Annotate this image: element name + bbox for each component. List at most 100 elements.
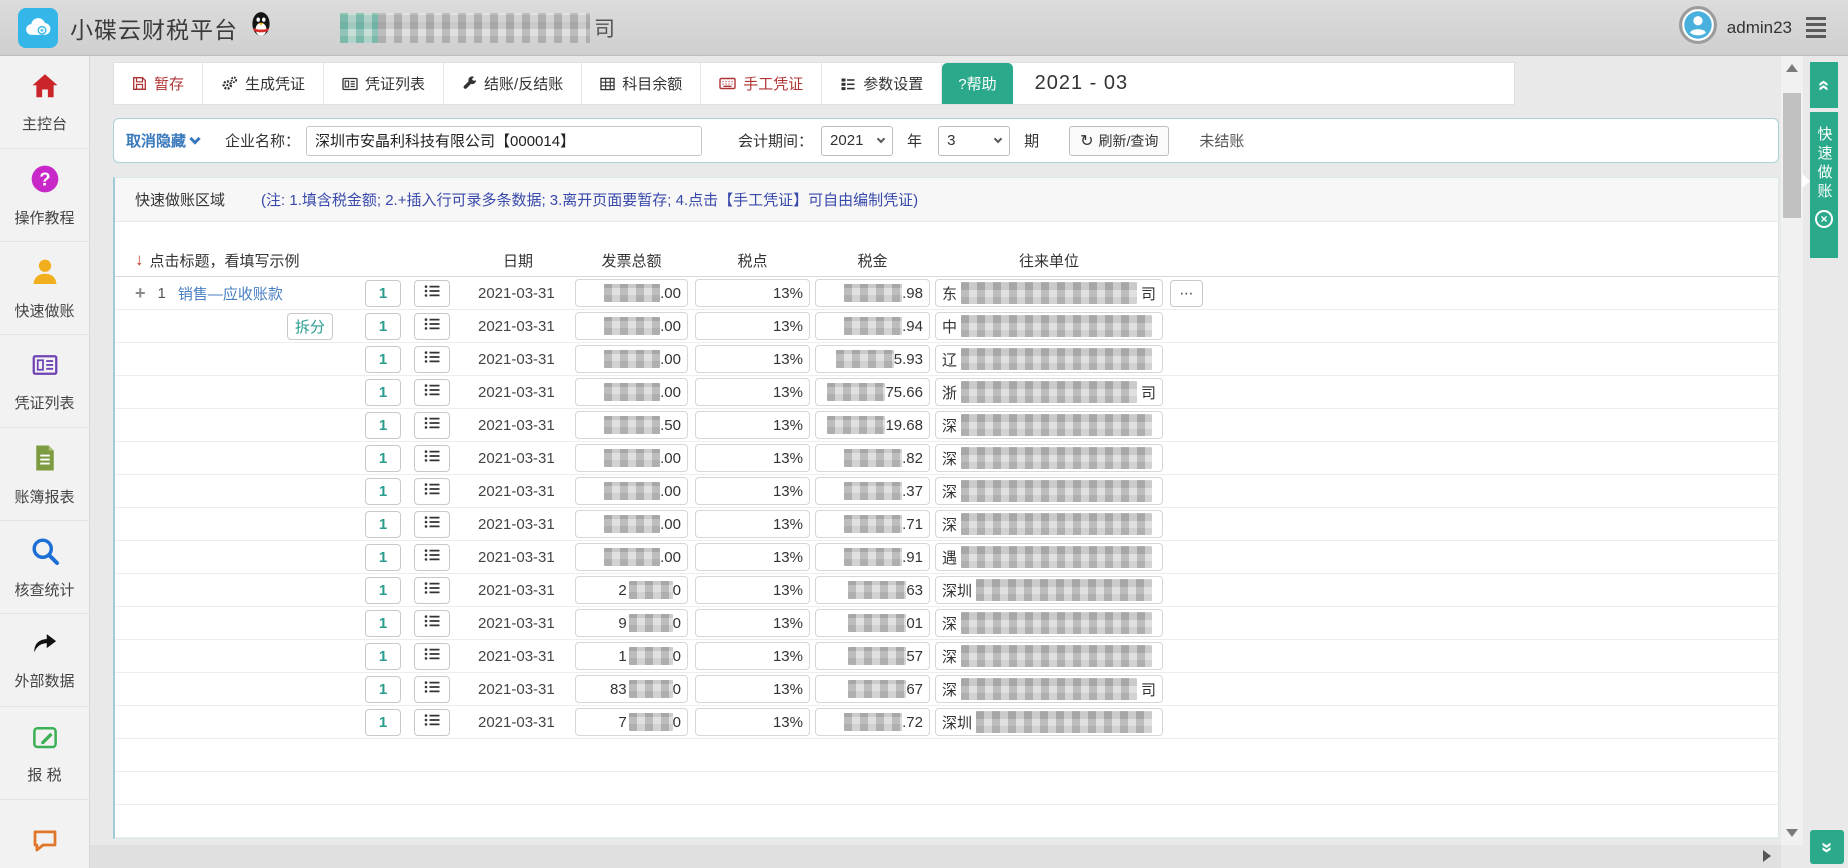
column-header-tax-rate[interactable]: 税点 bbox=[695, 250, 810, 271]
sidebar-item-console[interactable]: 主控台 bbox=[0, 56, 89, 149]
row-detail-button[interactable] bbox=[414, 676, 450, 703]
date-cell[interactable]: 2021-03-31 bbox=[478, 483, 558, 500]
date-cell[interactable]: 2021-03-31 bbox=[478, 516, 558, 533]
sidebar-item-voucher-list[interactable]: 凭证列表 bbox=[0, 335, 89, 428]
invoice-total-input[interactable]: 10 bbox=[575, 642, 688, 670]
close-icon[interactable]: × bbox=[1815, 210, 1833, 228]
generate-voucher-button[interactable]: 生成凭证 bbox=[203, 63, 324, 104]
row-detail-button[interactable] bbox=[414, 412, 450, 439]
tax-rate-input[interactable]: 13% bbox=[695, 477, 810, 505]
username[interactable]: admin23 bbox=[1727, 18, 1792, 38]
counterparty-input[interactable]: 深 bbox=[935, 477, 1163, 505]
tax-rate-input[interactable]: 13% bbox=[695, 510, 810, 538]
date-cell[interactable]: 2021-03-31 bbox=[478, 318, 558, 335]
row-detail-button[interactable] bbox=[414, 511, 450, 538]
row-detail-button[interactable] bbox=[414, 280, 450, 307]
tax-amount-input[interactable]: 19.68 bbox=[815, 411, 930, 439]
save-draft-button[interactable]: 暂存 bbox=[114, 63, 203, 104]
tax-amount-input[interactable]: .94 bbox=[815, 312, 930, 340]
line-count-button[interactable]: 1 bbox=[365, 445, 401, 472]
counterparty-input[interactable]: 中 bbox=[935, 312, 1163, 340]
line-count-button[interactable]: 1 bbox=[365, 511, 401, 538]
line-count-button[interactable]: 1 bbox=[365, 544, 401, 571]
tax-amount-input[interactable]: .82 bbox=[815, 444, 930, 472]
tax-amount-input[interactable]: .98 bbox=[815, 279, 930, 307]
split-button[interactable]: 拆分 bbox=[287, 313, 333, 340]
vertical-scrollbar[interactable] bbox=[1781, 56, 1803, 845]
date-cell[interactable]: 2021-03-31 bbox=[478, 285, 558, 302]
tax-rate-input[interactable]: 13% bbox=[695, 444, 810, 472]
tax-amount-input[interactable]: 57 bbox=[815, 642, 930, 670]
sidebar-item-tutorial[interactable]: ?操作教程 bbox=[0, 149, 89, 242]
month-select[interactable]: 3 bbox=[938, 126, 1010, 156]
counterparty-input[interactable]: 深 bbox=[935, 609, 1163, 637]
line-count-button[interactable]: 1 bbox=[365, 709, 401, 736]
date-cell[interactable]: 2021-03-31 bbox=[478, 417, 558, 434]
date-cell[interactable]: 2021-03-31 bbox=[478, 714, 558, 731]
row-detail-button[interactable] bbox=[414, 610, 450, 637]
line-count-button[interactable]: 1 bbox=[365, 313, 401, 340]
user-avatar[interactable] bbox=[1679, 6, 1717, 49]
row-detail-button[interactable] bbox=[414, 445, 450, 472]
collapse-down-button[interactable]: « bbox=[1810, 830, 1844, 864]
row-detail-button[interactable] bbox=[414, 643, 450, 670]
vertical-scrollbar-thumb[interactable] bbox=[1783, 93, 1801, 218]
date-cell[interactable]: 2021-03-31 bbox=[478, 351, 558, 368]
sidebar-item-audit-stat[interactable]: 核查统计 bbox=[0, 521, 89, 614]
invoice-total-input[interactable]: 20 bbox=[575, 576, 688, 604]
cancel-hide-toggle[interactable]: 取消隐藏 bbox=[126, 130, 199, 151]
year-select[interactable]: 2021 bbox=[821, 126, 893, 156]
counterparty-input[interactable]: 深 bbox=[935, 642, 1163, 670]
sidebar-item-chat[interactable] bbox=[0, 800, 89, 868]
tax-rate-input[interactable]: 13% bbox=[695, 609, 810, 637]
line-count-button[interactable]: 1 bbox=[365, 379, 401, 406]
date-cell[interactable]: 2021-03-31 bbox=[478, 615, 558, 632]
tax-rate-input[interactable]: 13% bbox=[695, 708, 810, 736]
row-detail-button[interactable] bbox=[414, 544, 450, 571]
line-count-button[interactable]: 1 bbox=[365, 676, 401, 703]
more-options-button[interactable]: ⋯ bbox=[1170, 280, 1203, 307]
date-cell[interactable]: 2021-03-31 bbox=[478, 648, 558, 665]
tax-rate-input[interactable]: 13% bbox=[695, 312, 810, 340]
invoice-total-input[interactable]: 90 bbox=[575, 609, 688, 637]
sidebar-item-external-data[interactable]: 外部数据 bbox=[0, 614, 89, 707]
row-detail-button[interactable] bbox=[414, 346, 450, 373]
date-cell[interactable]: 2021-03-31 bbox=[478, 681, 558, 698]
tax-amount-input[interactable]: 5.93 bbox=[815, 345, 930, 373]
qq-penguin-icon[interactable] bbox=[248, 11, 274, 44]
tax-rate-input[interactable]: 13% bbox=[695, 675, 810, 703]
tax-amount-input[interactable]: .37 bbox=[815, 477, 930, 505]
counterparty-input[interactable]: 深圳 bbox=[935, 708, 1163, 736]
row-detail-button[interactable] bbox=[414, 478, 450, 505]
line-count-button[interactable]: 1 bbox=[365, 643, 401, 670]
row-detail-button[interactable] bbox=[414, 379, 450, 406]
scroll-up-arrow-icon[interactable] bbox=[1786, 64, 1798, 72]
column-header-date[interactable]: 日期 bbox=[478, 250, 558, 271]
counterparty-input[interactable]: 浙司 bbox=[935, 378, 1163, 406]
tax-amount-input[interactable]: 63 bbox=[815, 576, 930, 604]
counterparty-input[interactable]: 深圳 bbox=[935, 576, 1163, 604]
add-row-plus-icon[interactable]: + bbox=[135, 283, 146, 304]
tax-rate-input[interactable]: 13% bbox=[695, 576, 810, 604]
date-cell[interactable]: 2021-03-31 bbox=[478, 450, 558, 467]
tax-amount-input[interactable]: .72 bbox=[815, 708, 930, 736]
counterparty-input[interactable]: 辽 bbox=[935, 345, 1163, 373]
invoice-total-input[interactable]: .00 bbox=[575, 345, 688, 373]
invoice-total-input[interactable]: .00 bbox=[575, 477, 688, 505]
menu-icon[interactable] bbox=[1802, 13, 1830, 42]
tax-amount-input[interactable]: .71 bbox=[815, 510, 930, 538]
tax-rate-input[interactable]: 13% bbox=[695, 543, 810, 571]
hint-header[interactable]: ↓ 点击标题，看填写示例 bbox=[135, 250, 450, 271]
row-category-link[interactable]: 销售—应收账款 bbox=[178, 283, 283, 304]
voucher-list-button[interactable]: 凭证列表 bbox=[324, 63, 444, 104]
invoice-total-input[interactable]: .00 bbox=[575, 378, 688, 406]
invoice-total-input[interactable]: .00 bbox=[575, 312, 688, 340]
counterparty-input[interactable]: 深 bbox=[935, 444, 1163, 472]
sidebar-item-tax-filing[interactable]: 报 税 bbox=[0, 707, 89, 800]
line-count-button[interactable]: 1 bbox=[365, 412, 401, 439]
counterparty-input[interactable]: 深司 bbox=[935, 675, 1163, 703]
invoice-total-input[interactable]: .00 bbox=[575, 543, 688, 571]
account-balance-button[interactable]: 科目余额 bbox=[582, 63, 701, 104]
line-count-button[interactable]: 1 bbox=[365, 478, 401, 505]
row-detail-button[interactable] bbox=[414, 577, 450, 604]
